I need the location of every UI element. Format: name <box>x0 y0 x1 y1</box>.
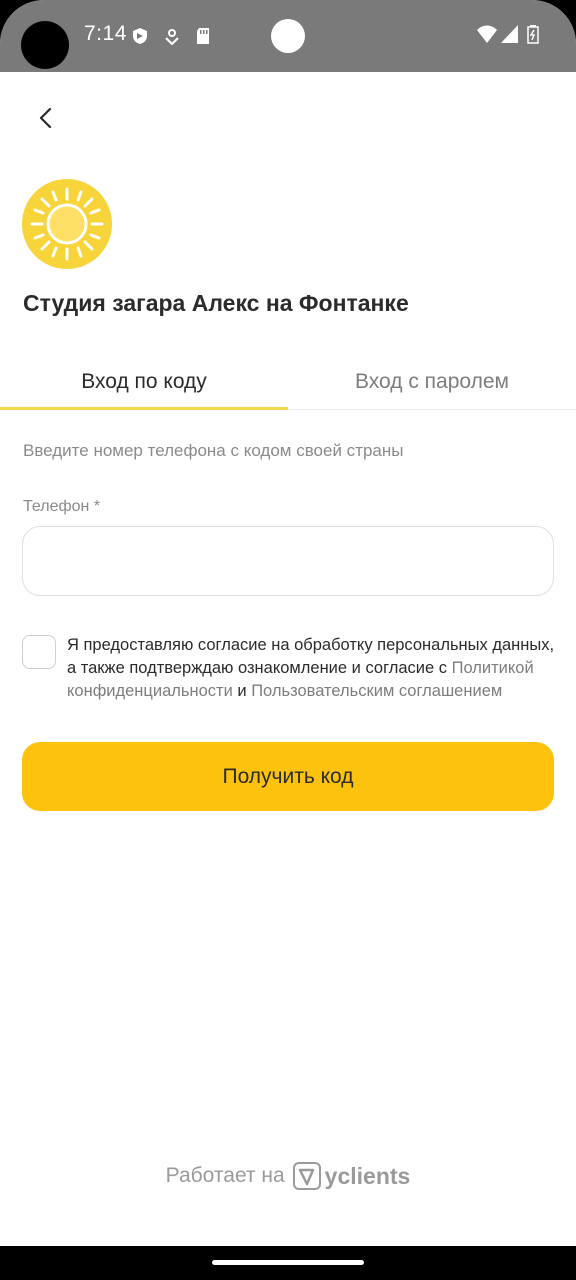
sd-card-icon <box>197 28 209 44</box>
cellular-signal-icon <box>501 25 518 43</box>
consent-conjunction: и <box>232 682 252 700</box>
camera-dot <box>271 19 305 53</box>
studio-logo <box>22 179 112 269</box>
active-tab-indicator <box>0 407 288 410</box>
tab-code-login[interactable]: Вход по коду <box>0 355 288 408</box>
tab-password-login[interactable]: Вход с паролем <box>288 355 576 408</box>
app-screen: 7:14 Студия загара Алекс на Фонтанке Вхо… <box>0 0 576 1280</box>
yclients-logo-icon <box>292 1162 321 1190</box>
sun-icon <box>30 187 104 261</box>
login-tabs: Вход по коду Вход с паролем <box>0 355 576 410</box>
status-time: 7:14 <box>84 22 127 45</box>
phone-input[interactable] <box>22 526 554 596</box>
battery-icon <box>527 25 539 44</box>
status-bar: 7:14 <box>0 0 576 72</box>
tab-label: Вход по коду <box>81 369 207 393</box>
chevron-left-icon <box>39 107 52 129</box>
wifi-icon <box>477 25 497 43</box>
location-icon <box>165 29 179 45</box>
phone-hint: Введите номер телефона с кодом своей стр… <box>23 441 404 460</box>
powered-by-text: Работает на <box>165 1164 285 1187</box>
consent-checkbox[interactable] <box>22 635 56 669</box>
yclients-brand[interactable]: yclients <box>325 1163 411 1190</box>
page-title: Студия загара Алекс на Фонтанке <box>23 290 409 316</box>
tab-label: Вход с паролем <box>355 369 509 393</box>
back-button[interactable] <box>28 100 64 136</box>
consent-text: Я предоставляю согласие на обработку пер… <box>67 634 562 703</box>
get-code-button[interactable]: Получить код <box>22 742 554 811</box>
shield-icon <box>133 28 147 44</box>
user-agreement-link[interactable]: Пользовательским соглашением <box>251 682 502 700</box>
camera-cutout <box>21 21 69 69</box>
home-indicator[interactable] <box>212 1260 364 1265</box>
phone-label: Телефон * <box>23 498 101 515</box>
powered-by-footer: Работает на yclients <box>0 1158 576 1194</box>
